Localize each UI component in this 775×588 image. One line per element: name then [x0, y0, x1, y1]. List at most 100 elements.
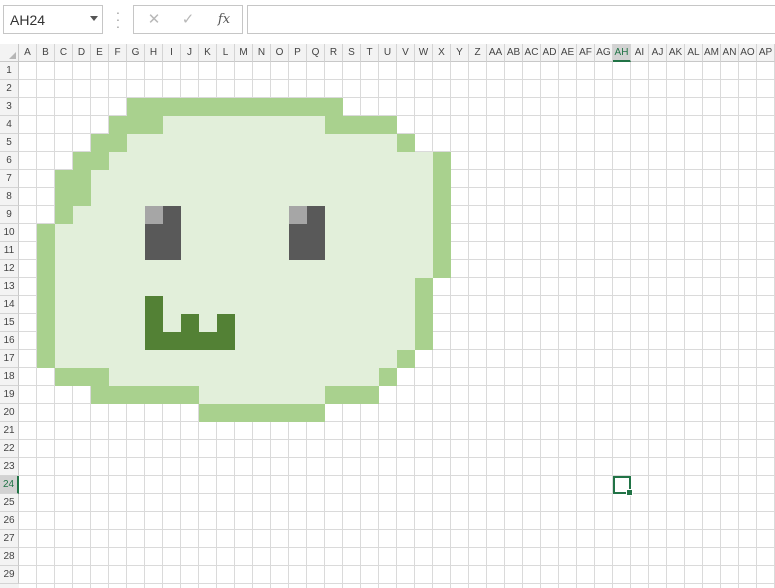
filled-cell-outline[interactable] — [343, 386, 361, 404]
filled-cell-body[interactable] — [91, 260, 109, 278]
filled-cell-body[interactable] — [109, 350, 127, 368]
column-header-b[interactable]: B — [37, 44, 55, 62]
column-header-d[interactable]: D — [73, 44, 91, 62]
column-header-n[interactable]: N — [253, 44, 271, 62]
cell-area[interactable] — [19, 62, 775, 588]
column-header-ab[interactable]: AB — [505, 44, 523, 62]
filled-cell-body[interactable] — [181, 224, 199, 242]
filled-cell-body[interactable] — [199, 206, 217, 224]
row-header-5[interactable]: 5 — [0, 134, 19, 152]
filled-cell-body[interactable] — [289, 188, 307, 206]
filled-cell-body[interactable] — [397, 242, 415, 260]
filled-cell-outline[interactable] — [361, 386, 379, 404]
filled-cell-body[interactable] — [109, 224, 127, 242]
filled-cell-body[interactable] — [217, 368, 235, 386]
filled-cell-body[interactable] — [217, 296, 235, 314]
filled-cell-body[interactable] — [91, 314, 109, 332]
filled-cell-eye-highlight[interactable] — [289, 206, 307, 224]
filled-cell-body[interactable] — [55, 242, 73, 260]
filled-cell-body[interactable] — [73, 224, 91, 242]
filled-cell-body[interactable] — [379, 278, 397, 296]
filled-cell-outline[interactable] — [415, 314, 433, 332]
filled-cell-body[interactable] — [181, 134, 199, 152]
filled-cell-mouth[interactable] — [181, 332, 199, 350]
filled-cell-outline[interactable] — [307, 404, 325, 422]
filled-cell-body[interactable] — [109, 332, 127, 350]
filled-cell-outline[interactable] — [379, 368, 397, 386]
filled-cell-body[interactable] — [307, 152, 325, 170]
filled-cell-body[interactable] — [325, 152, 343, 170]
row-header-17[interactable]: 17 — [0, 350, 19, 368]
filled-cell-body[interactable] — [217, 278, 235, 296]
filled-cell-outline[interactable] — [91, 368, 109, 386]
filled-cell-body[interactable] — [289, 152, 307, 170]
row-header-21[interactable]: 21 — [0, 422, 19, 440]
filled-cell-outline[interactable] — [199, 98, 217, 116]
row-header-18[interactable]: 18 — [0, 368, 19, 386]
filled-cell-outline[interactable] — [37, 242, 55, 260]
filled-cell-body[interactable] — [325, 332, 343, 350]
filled-cell-body[interactable] — [253, 278, 271, 296]
filled-cell-body[interactable] — [361, 368, 379, 386]
column-header-w[interactable]: W — [415, 44, 433, 62]
filled-cell-body[interactable] — [289, 332, 307, 350]
filled-cell-outline[interactable] — [361, 116, 379, 134]
filled-cell-body[interactable] — [397, 224, 415, 242]
filled-cell-outline[interactable] — [145, 386, 163, 404]
filled-cell-outline[interactable] — [289, 404, 307, 422]
filled-cell-body[interactable] — [181, 278, 199, 296]
filled-cell-body[interactable] — [271, 332, 289, 350]
filled-cell-outline[interactable] — [37, 332, 55, 350]
filled-cell-body[interactable] — [379, 152, 397, 170]
filled-cell-body[interactable] — [343, 206, 361, 224]
filled-cell-body[interactable] — [235, 314, 253, 332]
filled-cell-outline[interactable] — [271, 404, 289, 422]
filled-cell-outline[interactable] — [181, 98, 199, 116]
filled-cell-outline[interactable] — [253, 98, 271, 116]
filled-cell-body[interactable] — [73, 296, 91, 314]
row-header-6[interactable]: 6 — [0, 152, 19, 170]
filled-cell-body[interactable] — [181, 242, 199, 260]
filled-cell-outline[interactable] — [37, 278, 55, 296]
filled-cell-body[interactable] — [307, 332, 325, 350]
filled-cell-body[interactable] — [253, 386, 271, 404]
filled-cell-body[interactable] — [199, 350, 217, 368]
row-header-13[interactable]: 13 — [0, 278, 19, 296]
filled-cell-body[interactable] — [55, 296, 73, 314]
filled-cell-body[interactable] — [307, 386, 325, 404]
filled-cell-outline[interactable] — [433, 260, 451, 278]
row-header-8[interactable]: 8 — [0, 188, 19, 206]
column-header-ao[interactable]: AO — [739, 44, 757, 62]
column-header-o[interactable]: O — [271, 44, 289, 62]
filled-cell-outline[interactable] — [325, 116, 343, 134]
filled-cell-body[interactable] — [181, 170, 199, 188]
filled-cell-body[interactable] — [253, 206, 271, 224]
filled-cell-outline[interactable] — [109, 134, 127, 152]
row-header-1[interactable]: 1 — [0, 62, 19, 80]
row-header-25[interactable]: 25 — [0, 494, 19, 512]
row-header-15[interactable]: 15 — [0, 314, 19, 332]
filled-cell-body[interactable] — [109, 368, 127, 386]
filled-cell-body[interactable] — [109, 314, 127, 332]
filled-cell-body[interactable] — [289, 260, 307, 278]
filled-cell-body[interactable] — [235, 296, 253, 314]
filled-cell-body[interactable] — [217, 224, 235, 242]
filled-cell-body[interactable] — [325, 296, 343, 314]
filled-cell-outline[interactable] — [433, 224, 451, 242]
filled-cell-body[interactable] — [91, 188, 109, 206]
filled-cell-outline[interactable] — [163, 386, 181, 404]
filled-cell-outline[interactable] — [37, 296, 55, 314]
filled-cell-outline[interactable] — [55, 206, 73, 224]
filled-cell-body[interactable] — [55, 260, 73, 278]
filled-cell-outline[interactable] — [55, 170, 73, 188]
column-header-g[interactable]: G — [127, 44, 145, 62]
column-header-j[interactable]: J — [181, 44, 199, 62]
filled-cell-outline[interactable] — [73, 170, 91, 188]
filled-cell-body[interactable] — [199, 134, 217, 152]
filled-cell-outline[interactable] — [433, 188, 451, 206]
filled-cell-body[interactable] — [91, 170, 109, 188]
filled-cell-body[interactable] — [91, 224, 109, 242]
filled-cell-body[interactable] — [127, 242, 145, 260]
filled-cell-body[interactable] — [415, 260, 433, 278]
filled-cell-body[interactable] — [361, 296, 379, 314]
